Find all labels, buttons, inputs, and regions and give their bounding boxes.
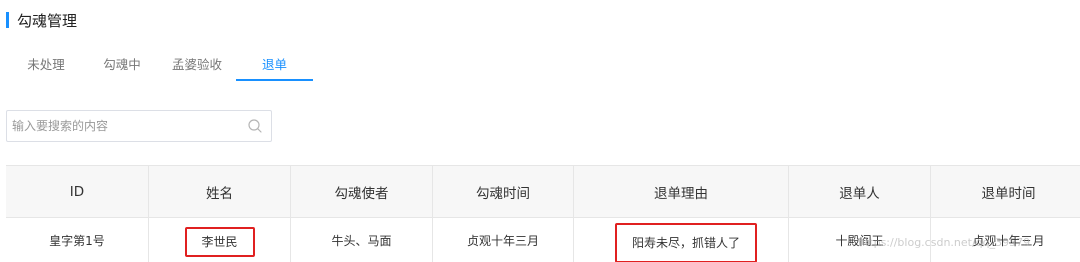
cell-return-reason: 阳寿未尽，抓错人了 bbox=[631, 236, 740, 250]
table-row[interactable]: 皇字第1号 李世民 牛头、马面 贞观十年三月 阳寿未尽，抓错人了 十殿阎王 贞观… bbox=[6, 218, 1080, 262]
name-highlight-box: 李世民 bbox=[184, 226, 255, 257]
column-header-return-time: 退单时间 bbox=[981, 185, 1036, 202]
cell-name-container: 李世民 bbox=[149, 218, 291, 262]
search-input[interactable] bbox=[7, 111, 227, 141]
tab-in-progress[interactable]: 勾魂中 bbox=[102, 52, 142, 82]
tab-returned[interactable]: 退单 bbox=[236, 52, 313, 82]
search-box bbox=[6, 110, 272, 142]
column-header-returned-by: 退单人 bbox=[789, 166, 931, 217]
column-header-time: 勾魂时间 bbox=[433, 166, 574, 217]
tab-unprocessed[interactable]: 未处理 bbox=[26, 52, 66, 82]
page-title: 勾魂管理 bbox=[17, 11, 78, 30]
tab-mengpo-acceptance[interactable]: 孟婆验收 bbox=[171, 52, 223, 82]
column-header-name: 姓名 bbox=[149, 166, 291, 217]
column-header-id: ID bbox=[6, 166, 149, 217]
tab-bar: 未处理 勾魂中 孟婆验收 退单 bbox=[6, 52, 326, 82]
cell-return-time: 贞观十年三月 bbox=[972, 234, 1045, 248]
table-header-row: ID 姓名 勾魂使者 勾魂时间 退单理由 退单人 退单时间 bbox=[6, 166, 1080, 218]
data-table: ID 姓名 勾魂使者 勾魂时间 退单理由 退单人 退单时间 皇字第1号 李世民 … bbox=[6, 165, 1080, 262]
page-header: 勾魂管理 bbox=[6, 10, 77, 30]
title-accent-bar bbox=[6, 12, 9, 28]
column-header-return-reason: 退单理由 bbox=[574, 166, 789, 217]
column-header-envoy: 勾魂使者 bbox=[291, 166, 433, 217]
reason-highlight-box: 阳寿未尽，抓错人了 bbox=[615, 222, 757, 262]
cell-name: 李世民 bbox=[201, 235, 238, 249]
cell-returned-by: 十殿阎王 bbox=[789, 218, 931, 262]
active-tab-indicator bbox=[236, 79, 313, 81]
search-icon[interactable] bbox=[247, 118, 263, 134]
cell-reason-container: 阳寿未尽，抓错人了 bbox=[574, 218, 789, 262]
cell-id: 皇字第1号 bbox=[6, 218, 149, 262]
cell-time: 贞观十年三月 bbox=[433, 218, 574, 262]
cell-envoy: 牛头、马面 bbox=[291, 218, 433, 262]
